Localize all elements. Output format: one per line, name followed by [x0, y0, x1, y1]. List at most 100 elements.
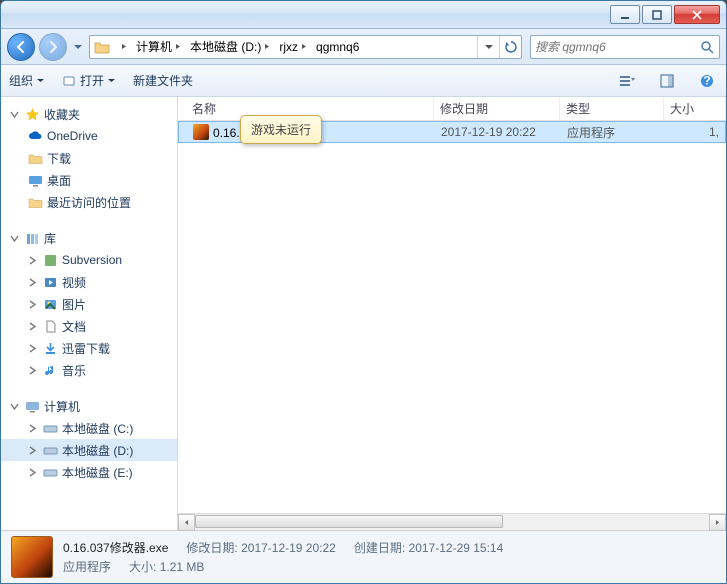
tree-music[interactable]: 音乐	[1, 359, 177, 381]
tree-drive-e[interactable]: 本地磁盘 (E:)	[1, 461, 177, 483]
explorer-window: 计算机 本地磁盘 (D:) rjxz qgmnq6 组织 打开	[0, 0, 727, 584]
details-pane: 0.16.037修改器.exe 修改日期: 2017-12-19 20:22 创…	[1, 531, 726, 583]
tree-favorites[interactable]: 收藏夹	[1, 103, 177, 125]
minimize-button[interactable]	[610, 5, 640, 24]
history-dropdown[interactable]	[71, 37, 85, 57]
details-mod-label: 修改日期:	[186, 541, 237, 555]
open-label: 打开	[80, 72, 104, 89]
expand-icon[interactable]	[27, 255, 38, 266]
search-box[interactable]	[530, 35, 720, 59]
tree-label: 计算机	[44, 398, 80, 415]
column-size[interactable]: 大小	[664, 97, 726, 120]
tree-label: 本地磁盘 (D:)	[62, 442, 133, 459]
address-history-dropdown[interactable]	[477, 36, 499, 58]
expand-icon[interactable]	[27, 343, 38, 354]
tree-label: 最近访问的位置	[47, 194, 131, 211]
expand-icon[interactable]	[27, 445, 38, 456]
tree-label: 视频	[62, 274, 86, 291]
window-controls	[610, 5, 720, 24]
breadcrumb-label: qgmnq6	[316, 40, 359, 54]
address-bar[interactable]: 计算机 本地磁盘 (D:) rjxz qgmnq6	[89, 35, 522, 59]
horizontal-scrollbar[interactable]	[178, 513, 726, 530]
videos-icon	[42, 274, 58, 290]
expand-icon[interactable]	[9, 233, 20, 244]
navigation-tree[interactable]: 收藏夹 OneDrive 下载 桌面 最近访问的位置	[1, 97, 178, 530]
tree-libraries[interactable]: 库	[1, 227, 177, 249]
forward-button[interactable]	[39, 33, 67, 61]
breadcrumb-arrow[interactable]	[114, 36, 132, 58]
breadcrumb-item[interactable]: rjxz	[275, 36, 312, 58]
tree-label: Subversion	[62, 253, 122, 267]
tree-desktop[interactable]: 桌面	[1, 169, 177, 191]
expand-icon[interactable]	[27, 365, 38, 376]
breadcrumb-item[interactable]: qgmnq6	[312, 36, 363, 58]
tree-label: 本地磁盘 (E:)	[62, 464, 133, 481]
documents-icon	[42, 318, 58, 334]
expand-icon[interactable]	[27, 321, 38, 332]
command-bar: 组织 打开 新建文件夹 ?	[1, 65, 726, 97]
scroll-right-button[interactable]	[709, 514, 726, 531]
tree-pictures[interactable]: 图片	[1, 293, 177, 315]
desktop-icon	[27, 172, 43, 188]
preview-pane-button[interactable]	[656, 70, 678, 92]
search-input[interactable]	[535, 40, 699, 54]
scroll-thumb[interactable]	[195, 515, 503, 528]
breadcrumb-item[interactable]: 本地磁盘 (D:)	[186, 36, 275, 58]
folder-icon	[27, 150, 43, 166]
tree-onedrive[interactable]: OneDrive	[1, 125, 177, 147]
column-date[interactable]: 修改日期	[434, 97, 560, 120]
tree-label: 桌面	[47, 172, 71, 189]
tree-label: OneDrive	[47, 129, 98, 143]
new-folder-button[interactable]: 新建文件夹	[133, 72, 193, 89]
file-size: 1,	[665, 125, 725, 139]
expand-icon[interactable]	[27, 299, 38, 310]
download-icon	[42, 340, 58, 356]
tree-xunlei[interactable]: 迅雷下载	[1, 337, 177, 359]
tree-label: 收藏夹	[44, 106, 80, 123]
breadcrumb-label: 本地磁盘 (D:)	[190, 38, 261, 55]
exe-icon	[193, 124, 209, 140]
tree-label: 迅雷下载	[62, 340, 110, 357]
help-button[interactable]: ?	[696, 70, 718, 92]
expand-icon[interactable]	[9, 401, 20, 412]
drive-icon	[42, 420, 58, 436]
file-large-icon	[11, 536, 53, 578]
view-options-button[interactable]	[616, 70, 638, 92]
expand-icon[interactable]	[9, 109, 20, 120]
tree-label: 库	[44, 230, 56, 247]
organize-menu[interactable]: 组织	[9, 72, 44, 89]
details-create-label: 创建日期:	[354, 541, 405, 555]
tree-label: 图片	[62, 296, 86, 313]
close-button[interactable]	[674, 5, 720, 24]
tree-videos[interactable]: 视频	[1, 271, 177, 293]
expand-icon[interactable]	[27, 467, 38, 478]
tooltip: 游戏未运行	[240, 115, 322, 144]
drive-icon	[42, 442, 58, 458]
back-button[interactable]	[7, 33, 35, 61]
tree-drive-d[interactable]: 本地磁盘 (D:)	[1, 439, 177, 461]
breadcrumb-item[interactable]: 计算机	[132, 36, 186, 58]
folder-icon	[92, 37, 112, 57]
pictures-icon	[42, 296, 58, 312]
tree-downloads[interactable]: 下载	[1, 147, 177, 169]
column-type[interactable]: 类型	[560, 97, 664, 120]
library-icon	[24, 230, 40, 246]
scroll-track[interactable]	[195, 514, 709, 530]
tree-documents[interactable]: 文档	[1, 315, 177, 337]
music-icon	[42, 362, 58, 378]
expand-icon[interactable]	[27, 277, 38, 288]
details-create-date: 2017-12-29 15:14	[409, 541, 504, 555]
open-icon	[62, 74, 76, 88]
details-size: 1.21 MB	[160, 560, 205, 574]
tree-drive-c[interactable]: 本地磁盘 (C:)	[1, 417, 177, 439]
scroll-left-button[interactable]	[178, 514, 195, 531]
maximize-button[interactable]	[642, 5, 672, 24]
expand-icon[interactable]	[27, 423, 38, 434]
search-icon[interactable]	[699, 39, 715, 55]
tree-subversion[interactable]: Subversion	[1, 249, 177, 271]
refresh-button[interactable]	[499, 36, 521, 58]
tree-computer[interactable]: 计算机	[1, 395, 177, 417]
details-filename: 0.16.037修改器.exe	[63, 539, 168, 556]
tree-recent[interactable]: 最近访问的位置	[1, 191, 177, 213]
open-button[interactable]: 打开	[62, 72, 115, 89]
